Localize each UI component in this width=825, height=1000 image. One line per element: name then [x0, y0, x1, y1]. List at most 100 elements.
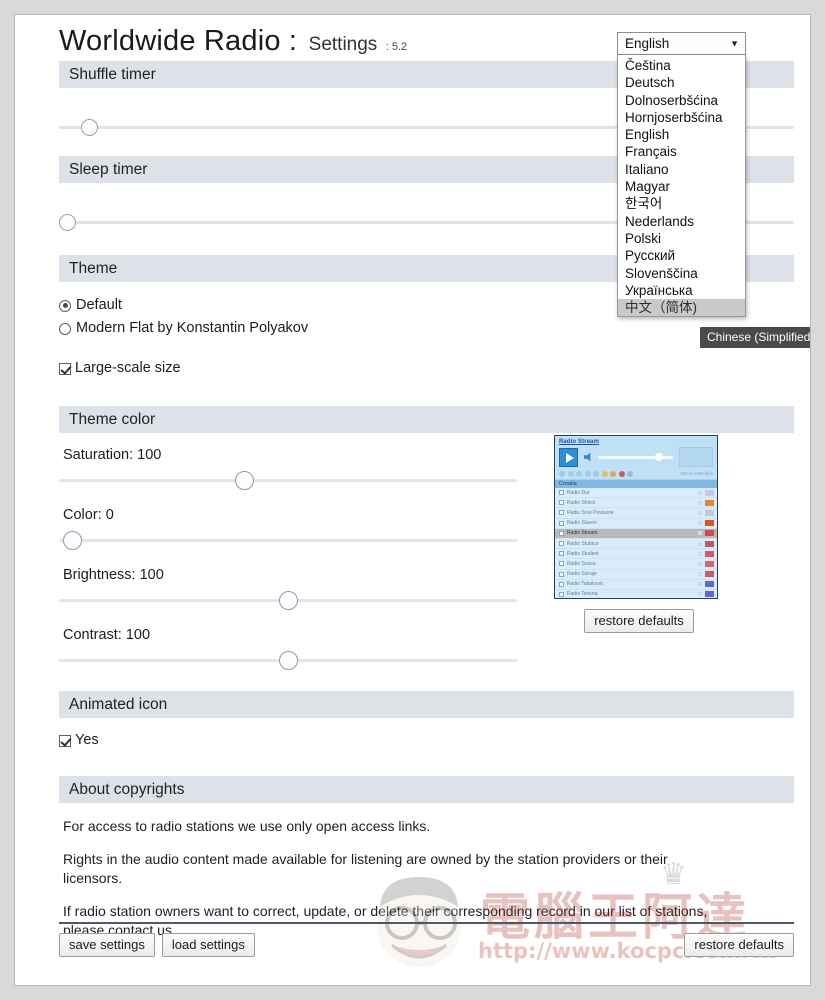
language-option[interactable]: Čeština [618, 57, 745, 74]
star-icon [698, 510, 702, 515]
preview-station-list: Radio Dur Radio Shock Radio Srce Posavine R… [555, 488, 717, 598]
star-icon [698, 572, 702, 577]
language-option[interactable]: Français [618, 143, 745, 160]
flag-icon [705, 591, 714, 598]
theme-color-slider-contrast[interactable] [59, 651, 517, 670]
theme-color-label-brightness: Brightness: 100 [63, 567, 164, 583]
footer-divider [59, 922, 794, 924]
preview-art-box [679, 447, 713, 467]
save-settings-button[interactable]: save settings [59, 933, 155, 957]
checkbox-icon [559, 581, 564, 587]
language-option[interactable]: Русский [618, 247, 745, 264]
copyright-paragraph: For access to radio stations we use only… [63, 818, 431, 834]
language-option[interactable]: Slovenščina [618, 265, 745, 282]
preview-group-label: Croatia [555, 479, 717, 488]
language-option[interactable]: Deutsch [618, 74, 745, 91]
checkbox-icon [559, 571, 564, 577]
language-selected-value: English [625, 36, 670, 51]
preview-station-item: Radio Slavon [555, 519, 717, 529]
load-settings-button[interactable]: load settings [161, 933, 255, 957]
slider-thumb[interactable] [278, 651, 298, 670]
preview-restore-wrap: restore defaults [554, 609, 724, 633]
language-option[interactable]: Dolnoserbšćina [618, 92, 745, 109]
theme-color-slider-color[interactable] [59, 531, 517, 550]
checkbox-icon [559, 520, 564, 526]
checkbox-icon [559, 490, 564, 496]
flag-icon [705, 520, 714, 527]
flag-icon [705, 530, 714, 537]
checkbox-icon [559, 551, 564, 557]
language-selector[interactable]: English ▼ Čeština Deutsch Dolnoserbšćina Ho… [617, 32, 810, 348]
preview-volume-slider [598, 453, 673, 461]
large-scale-size-checkbox-row[interactable]: Large-scale size [59, 359, 794, 378]
theme-preview: Radio Stream 100 of 1000 files Croatia R… [554, 435, 718, 599]
checkbox-icon [559, 541, 564, 547]
animated-icon-label: Yes [75, 732, 99, 748]
theme-color-sliders: Saturation: 100 Color: 0 Brightness: 100 Co… [59, 433, 529, 687]
language-option[interactable]: English [618, 126, 745, 143]
language-option[interactable]: Українська [618, 282, 745, 299]
language-option[interactable]: Magyar [618, 178, 745, 195]
theme-radio-default-label: Default [76, 297, 122, 313]
slider-thumb[interactable] [80, 119, 98, 136]
checkbox-icon [559, 561, 564, 567]
slider-thumb[interactable] [63, 531, 83, 550]
section-header-theme-color: Theme color [59, 406, 794, 433]
preview-station-name: Radio Dur [567, 489, 590, 496]
settings-page: Worldwide Radio : Settings : 5.2 English… [14, 14, 811, 986]
preview-station-item: Radio Dur [555, 488, 717, 499]
animated-icon-checkbox-row[interactable]: Yes [59, 731, 794, 750]
slider-thumb[interactable] [234, 471, 254, 490]
language-option[interactable]: Nederlands [618, 213, 745, 230]
theme-radio-modern-flat[interactable]: Modern Flat by Konstantin Polyakov [59, 319, 794, 338]
flag-icon [705, 550, 714, 557]
toolbar-icon [627, 470, 633, 477]
preview-toolbar: 100 of 1000 files [555, 468, 717, 479]
screenshot-viewport: Worldwide Radio : Settings : 5.2 English… [0, 0, 825, 1000]
checkbox-icon[interactable] [59, 734, 71, 747]
preview-station-item: Radio Student [555, 549, 717, 560]
star-icon [698, 500, 702, 505]
radio-icon[interactable] [59, 322, 71, 335]
star-icon [698, 551, 702, 556]
slider-thumb[interactable] [59, 214, 76, 231]
checkbox-icon [559, 510, 564, 516]
slider-track [59, 539, 517, 542]
section-header-animated-icon: Animated icon [59, 691, 794, 718]
speaker-icon [584, 452, 591, 462]
preview-station-name: Radio Stubica [567, 540, 599, 547]
theme-color-slider-saturation[interactable] [59, 471, 517, 490]
preview-station-title: Radio Stream [559, 439, 599, 445]
star-icon [698, 541, 702, 546]
preview-station-item: Radio Shock [555, 498, 717, 509]
section-header-about-copyrights: About copyrights [59, 776, 794, 803]
slider-track [59, 479, 517, 482]
radio-icon[interactable] [59, 299, 71, 312]
language-options-list[interactable]: Čeština Deutsch Dolnoserbšćina Hornjoserbšć… [617, 55, 746, 318]
theme-color-label-contrast: Contrast: 100 [63, 627, 151, 643]
language-select-box[interactable]: English ▼ [617, 32, 746, 55]
flag-icon [705, 571, 714, 578]
slider-thumb[interactable] [278, 591, 298, 610]
toolbar-icon [593, 470, 599, 477]
play-icon [559, 447, 578, 467]
section-body-animated-icon: Yes [59, 718, 794, 750]
copyright-paragraph: Rights in the audio content made availab… [63, 851, 668, 886]
language-option[interactable]: 한국어 [618, 195, 745, 212]
star-icon [698, 531, 702, 536]
checkbox-icon[interactable] [59, 362, 71, 375]
language-option[interactable]: Italiano [618, 161, 745, 178]
checkbox-icon [559, 500, 564, 506]
theme-color-slider-brightness[interactable] [59, 591, 517, 610]
flag-icon [705, 489, 714, 496]
language-option[interactable]: Hornjoserbšćina [618, 109, 745, 126]
slider-thumb [655, 453, 663, 461]
language-option[interactable]: Polski [618, 230, 745, 247]
preview-station-name: Radio Srce Posavine [567, 509, 614, 516]
restore-defaults-button[interactable]: restore defaults [684, 933, 794, 957]
language-option[interactable]: 中文（简体) [618, 299, 745, 317]
star-icon [698, 561, 702, 566]
theme-radio-modern-flat-label: Modern Flat by Konstantin Polyakov [76, 320, 309, 336]
page-subtitle: Settings [308, 34, 378, 55]
theme-color-restore-defaults-button[interactable]: restore defaults [584, 609, 694, 633]
